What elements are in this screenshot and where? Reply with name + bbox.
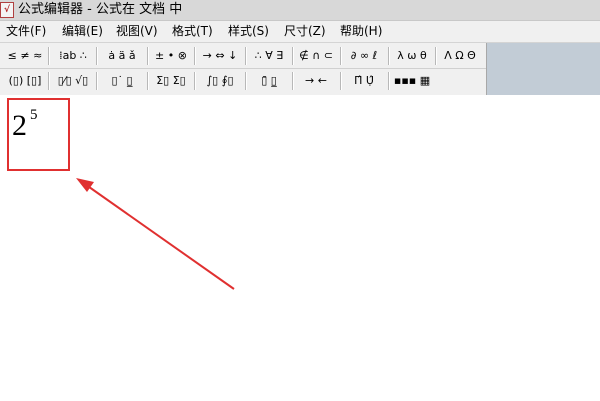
menu-edit[interactable]: 编辑(E) (62, 21, 103, 42)
products-set-theory-templates-icon[interactable]: Π̂ Ụ̂ (343, 71, 385, 91)
toolbar-separator (48, 47, 50, 65)
toolbar-separator (194, 47, 196, 65)
toolbar-area: ≤ ≠ ≈ ⁞ab ∴ ȧ ä ǎ ± • ⊗ → ⇔ ↓ ∴ ∀ ∃ ∉ ∩ … (0, 43, 600, 95)
arrow-symbols-icon[interactable]: → ⇔ ↓ (197, 46, 243, 66)
subscript-superscript-templates-icon[interactable]: ▯˙ ▯̲ (100, 71, 144, 91)
toolbar-separator (388, 47, 390, 65)
embellishments-icon[interactable]: ȧ ä ǎ (100, 46, 144, 66)
menu-view[interactable]: 视图(V) (116, 21, 158, 42)
fraction-radical-templates-icon[interactable]: ▯⁄▯ √▯ (52, 71, 94, 91)
equation-editing-area[interactable] (0, 95, 600, 401)
integral-templates-icon[interactable]: ∫▯ ∮▯ (197, 71, 243, 91)
fence-templates-icon[interactable]: (▯) [▯] (4, 71, 46, 91)
menu-file[interactable]: 文件(F) (6, 21, 46, 42)
toolbar-separator (292, 72, 294, 90)
toolbar-separator (147, 72, 149, 90)
toolbar-separator (435, 47, 437, 65)
misc-symbols-icon[interactable]: ∂ ∞ ℓ (343, 46, 385, 66)
underbar-overbar-templates-icon[interactable]: ▯̄ ▯̲ (248, 71, 290, 91)
greek-lowercase-icon[interactable]: λ ω θ (391, 46, 433, 66)
spaces-ellipses-icon[interactable]: ⁞ab ∴ (52, 46, 94, 66)
toolbar-separator (147, 47, 149, 65)
matrix-templates-icon[interactable]: ▪▪▪ ▦ (391, 71, 433, 91)
menu-style[interactable]: 样式(S) (228, 21, 269, 42)
toolbar-separator (340, 47, 342, 65)
toolbar-separator (245, 47, 247, 65)
equation-editor-app-icon[interactable]: √ (0, 2, 14, 18)
toolbar-separator (292, 47, 294, 65)
toolbar-separator (245, 72, 247, 90)
greek-uppercase-icon[interactable]: Λ Ω Θ (438, 46, 482, 66)
symbol-palette-row: ≤ ≠ ≈ ⁞ab ∴ ȧ ä ǎ ± • ⊗ → ⇔ ↓ ∴ ∀ ∃ ∉ ∩ … (0, 44, 486, 69)
summation-templates-icon[interactable]: Σ▯ Σ▯ (150, 71, 192, 91)
toolbar-separator (48, 72, 50, 90)
template-palette-row: (▯) [▯] ▯⁄▯ √▯ ▯˙ ▯̲ Σ▯ Σ▯ ∫▯ ∮▯ ▯̄ ▯̲ →… (0, 69, 486, 93)
relational-symbols-icon[interactable]: ≤ ≠ ≈ (4, 46, 46, 66)
menu-size[interactable]: 尺寸(Z) (284, 21, 326, 42)
equation-toolbar: ≤ ≠ ≈ ⁞ab ∴ ȧ ä ǎ ± • ⊗ → ⇔ ↓ ∴ ∀ ∃ ∉ ∩ … (0, 43, 487, 95)
toolbar-separator (388, 72, 390, 90)
window-title: 公式编辑器 - 公式在 文档 中 (18, 2, 183, 17)
menu-format[interactable]: 格式(T) (172, 21, 213, 42)
annotation-highlight-box (7, 98, 70, 171)
set-theory-symbols-icon[interactable]: ∉ ∩ ⊂ (295, 46, 337, 66)
operator-symbols-icon[interactable]: ± • ⊗ (150, 46, 192, 66)
menu-bar: 文件(F) 编辑(E) 视图(V) 格式(T) 样式(S) 尺寸(Z) 帮助(H… (0, 21, 600, 43)
toolbar-separator (194, 72, 196, 90)
menu-help[interactable]: 帮助(H) (340, 21, 382, 42)
toolbar-separator (96, 72, 98, 90)
toolbar-separator (340, 72, 342, 90)
toolbar-separator (96, 47, 98, 65)
logical-symbols-icon[interactable]: ∴ ∀ ∃ (248, 46, 290, 66)
title-bar: √ 公式编辑器 - 公式在 文档 中 (0, 0, 600, 21)
labeled-arrow-templates-icon[interactable]: → ← (295, 71, 337, 91)
